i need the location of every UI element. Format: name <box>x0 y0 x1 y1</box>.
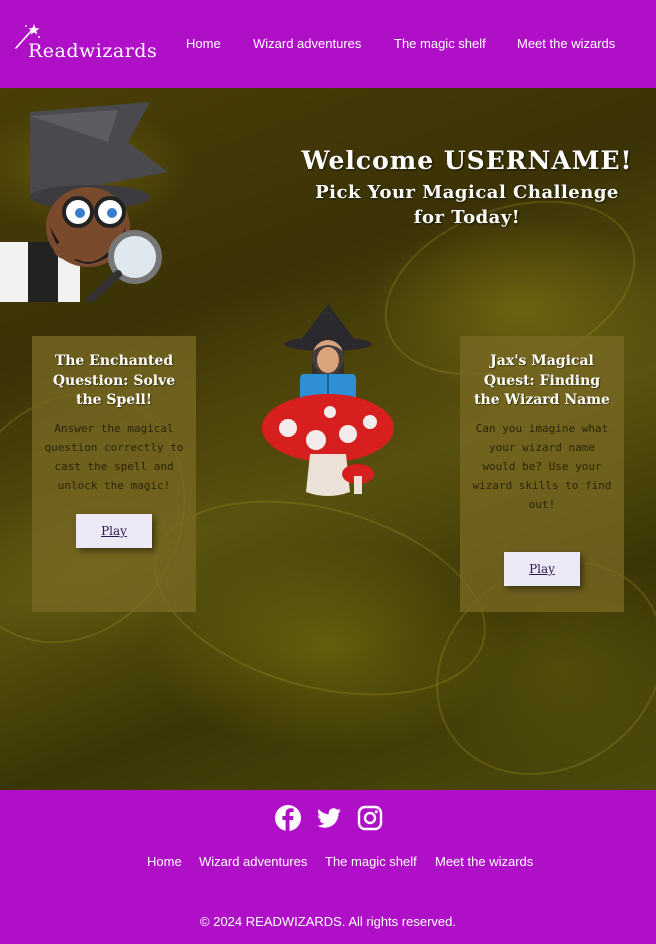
twitter-icon[interactable] <box>315 804 343 832</box>
play-button[interactable]: Play <box>76 514 152 548</box>
main-nav: Home Wizard adventures The magic shelf M… <box>0 36 656 56</box>
play-button[interactable]: Play <box>504 552 580 586</box>
footer-link-wizard-adventures[interactable]: Wizard adventures <box>199 854 307 869</box>
card-description: Answer the magical question correctly to… <box>44 421 184 492</box>
footer-link-home[interactable]: Home <box>147 854 182 869</box>
main-content: Welcome USERNAME! Pick Your Magical Chal… <box>0 88 656 790</box>
card-title: Jax's Magical Quest: Finding the Wizard … <box>474 353 610 408</box>
challenge-card: The Enchanted Question: Solve the Spell!… <box>32 336 196 612</box>
welcome-block: Welcome USERNAME! Pick Your Magical Chal… <box>300 144 634 230</box>
nav-link-magic-shelf[interactable]: The magic shelf <box>394 36 486 51</box>
copyright-text: © 2024 READWIZARDS. All rights reserved. <box>200 914 456 929</box>
nav-link-meet-wizards[interactable]: Meet the wizards <box>517 36 615 51</box>
facebook-icon[interactable] <box>274 804 302 832</box>
card-title: The Enchanted Question: Solve the Spell! <box>52 353 176 408</box>
site-header: Readwizards Home Wizard adventures The m… <box>0 0 656 88</box>
social-links <box>0 804 656 832</box>
nav-link-home[interactable]: Home <box>186 36 221 51</box>
challenge-card: Jax's Magical Quest: Finding the Wizard … <box>460 336 624 612</box>
nav-link-wizard-adventures[interactable]: Wizard adventures <box>253 36 361 51</box>
footer-link-meet-wizards[interactable]: Meet the wizards <box>435 854 533 869</box>
site-footer: Home Wizard adventures The magic shelf M… <box>0 790 656 944</box>
card-description: Can you imagine what your wizard name wo… <box>472 421 612 511</box>
instagram-icon[interactable] <box>356 804 384 832</box>
wizard-detective-illustration <box>0 102 168 302</box>
welcome-title: Welcome USERNAME! <box>301 146 633 175</box>
welcome-subtitle: Pick Your Magical Challenge for Today! <box>315 182 619 228</box>
footer-link-magic-shelf[interactable]: The magic shelf <box>325 854 417 869</box>
footer-nav: Home Wizard adventures The magic shelf M… <box>0 854 656 872</box>
witch-reading-illustration <box>262 304 394 496</box>
